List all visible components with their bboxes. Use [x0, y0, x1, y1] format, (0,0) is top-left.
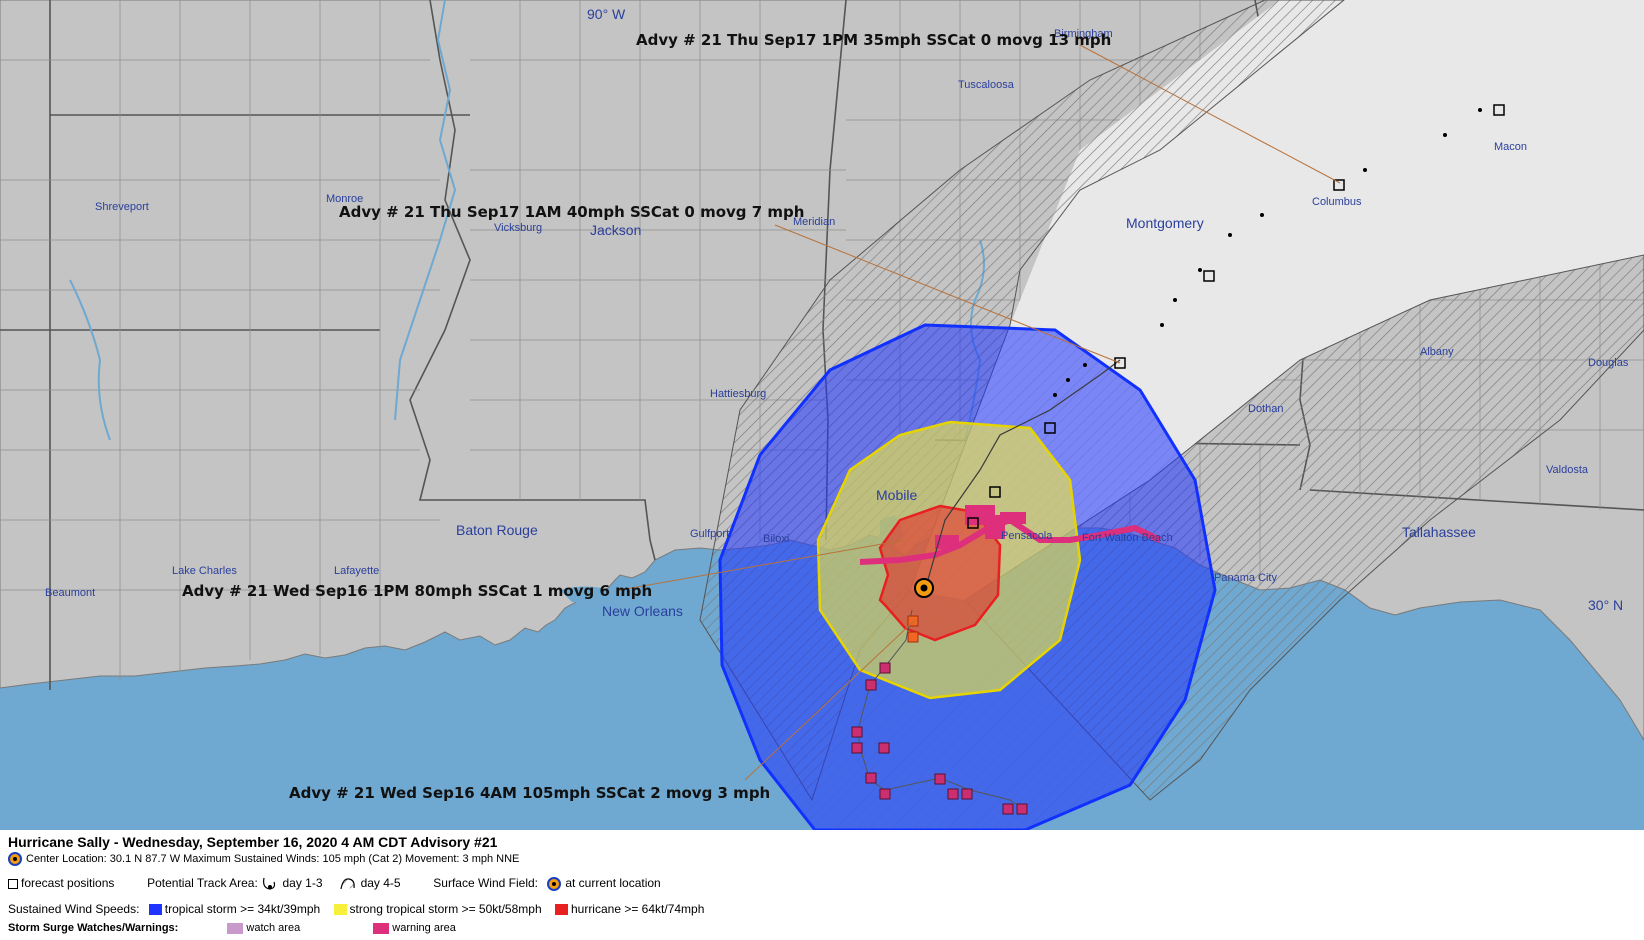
advisory-label-thu-1am: Advy # 21 Thu Sep17 1AM 40mph SSCat 0 mo… [339, 203, 804, 221]
city-label: Beaumont [45, 587, 95, 599]
city-label: Vicksburg [494, 222, 542, 234]
sustained-wind-speeds-label: Sustained Wind Speeds: [8, 902, 140, 916]
city-label: Tallahassee [1402, 524, 1476, 540]
warning-area-swatch [373, 922, 390, 934]
strong-tropical-storm-swatch [333, 904, 347, 916]
city-label: Valdosta [1546, 464, 1589, 476]
current-center-marker [914, 578, 934, 598]
advisory-label-thu-1pm: Advy # 21 Thu Sep17 1PM 35mph SSCat 0 mo… [636, 31, 1111, 49]
city-label: Gulfport [690, 528, 729, 540]
advisory-label-wed-1pm: Advy # 21 Wed Sep16 1PM 80mph SSCat 1 mo… [182, 582, 652, 600]
city-label: New Orleans [602, 603, 683, 619]
city-label: Lafayette [334, 565, 379, 577]
strong-tropical-storm-label: strong tropical storm >= 50kt/58mph [349, 902, 542, 916]
legend-track-row: forecast positions Potential Track Area:… [8, 876, 661, 892]
city-label: Mobile [876, 487, 917, 503]
center-location-text: Center Location: 30.1 N 87.7 W Maximum S… [26, 852, 520, 865]
city-label: Baton Rouge [456, 522, 538, 538]
city-label: Panama City [1214, 572, 1277, 584]
center-location-icon [8, 852, 22, 866]
city-label: Albany [1420, 346, 1454, 358]
city-label: Pensacola [1001, 530, 1053, 542]
city-label: Douglas [1588, 357, 1629, 369]
at-current-location-label: at current location [565, 876, 661, 891]
warning-area-label: warning area [392, 922, 456, 934]
storm-surge-label: Storm Surge Watches/Warnings: [8, 922, 179, 934]
city-label: Dothan [1248, 403, 1283, 415]
map-legend: Hurricane Sally - Wednesday, September 1… [0, 830, 1644, 940]
city-label: Biloxi [763, 533, 789, 545]
tropical-storm-swatch [148, 904, 162, 916]
surface-wind-field-label: Surface Wind Field: [433, 876, 538, 891]
advisory-label-wed-4am: Advy # 21 Wed Sep16 4AM 105mph SSCat 2 m… [289, 784, 770, 802]
cone-day-4-5-icon [340, 878, 355, 890]
city-label: Hattiesburg [710, 388, 766, 400]
longitude-label: 90° W [587, 6, 626, 22]
city-label: Jackson [590, 222, 641, 238]
city-label: Shreveport [95, 201, 149, 213]
day-4-5-label: day 4-5 [360, 876, 401, 891]
storm-track-map: 90° W 30° N Shreveport Monroe Vicksburg … [0, 0, 1644, 830]
city-label: Lake Charles [172, 565, 237, 577]
hurricane-map-graphic: 90° W 30° N Shreveport Monroe Vicksburg … [0, 0, 1644, 940]
current-location-icon [547, 877, 562, 891]
legend-surge-row: Storm Surge Watches/Warnings: watch area… [8, 922, 456, 934]
cone-day-1-3-icon [263, 877, 276, 890]
day-1-3-label: day 1-3 [282, 876, 323, 891]
city-label: Montgomery [1126, 215, 1204, 231]
hurricane-label: hurricane >= 64kt/74mph [570, 902, 705, 916]
forecast-position-icon [8, 879, 18, 889]
watch-area-label: watch area [246, 922, 301, 934]
city-label: Fort Walton Beach [1082, 532, 1173, 544]
legend-center-row: Center Location: 30.1 N 87.7 W Maximum S… [8, 852, 519, 866]
potential-track-area-label: Potential Track Area: [147, 876, 258, 891]
forecast-positions-label: forecast positions [21, 876, 115, 891]
city-label: Tuscaloosa [958, 79, 1015, 91]
latitude-label: 30° N [1588, 597, 1623, 613]
city-label: Macon [1494, 141, 1527, 153]
city-label: Columbus [1312, 196, 1362, 208]
legend-title: Hurricane Sally - Wednesday, September 1… [8, 834, 498, 850]
tropical-storm-label: tropical storm >= 34kt/39mph [164, 902, 321, 916]
legend-wind-row: Sustained Wind Speeds: tropical storm >=… [8, 902, 704, 916]
hurricane-swatch [554, 904, 568, 916]
watch-area-swatch [227, 922, 244, 934]
